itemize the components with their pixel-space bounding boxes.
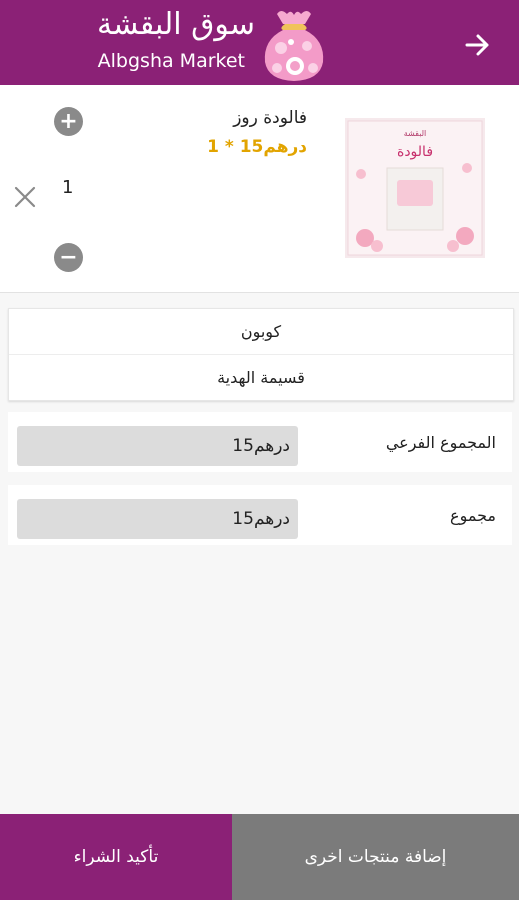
logo-title-arabic: سوق البقشة xyxy=(97,7,255,42)
footer-actions: تأكيد الشراء إضافة منتجات اخرى xyxy=(0,814,519,900)
back-button[interactable] xyxy=(458,28,498,62)
product-image[interactable]: البقشة فالودة xyxy=(345,118,485,258)
product-name: فالودة روز xyxy=(233,108,307,128)
add-more-products-button[interactable]: إضافة منتجات اخرى xyxy=(232,814,519,900)
quantity-value: 1 xyxy=(62,177,74,198)
bag-logo-icon xyxy=(255,6,333,84)
product-image-brand: البقشة xyxy=(404,129,427,138)
total-label: مجموع xyxy=(450,505,496,525)
decrease-quantity-button[interactable]: − xyxy=(54,243,83,272)
total-row: مجموع درهم15 xyxy=(8,485,512,545)
product-price: 1 * درهم15 xyxy=(207,137,307,157)
total-value: درهم15 xyxy=(17,499,298,539)
arrow-right-icon xyxy=(465,34,489,56)
minus-icon: − xyxy=(59,244,78,270)
coupon-button[interactable]: كوبون xyxy=(9,309,513,354)
coupon-card: كوبون قسيمة الهدية xyxy=(8,308,514,401)
subtotal-value: درهم15 xyxy=(17,426,298,466)
logo-title-english: Albgsha Market xyxy=(97,50,245,72)
close-icon xyxy=(14,186,36,208)
plus-icon: + xyxy=(59,108,78,134)
cart-item-row: البقشة فالودة فالودة روز 1 * درهم15 + 1 … xyxy=(0,85,519,293)
subtotal-row: المجموع الفرعي درهم15 xyxy=(8,412,512,472)
remove-item-button[interactable] xyxy=(12,184,38,210)
product-image-title: فالودة xyxy=(397,144,433,160)
subtotal-label: المجموع الفرعي xyxy=(385,432,496,452)
confirm-purchase-button[interactable]: تأكيد الشراء xyxy=(0,814,232,900)
increase-quantity-button[interactable]: + xyxy=(54,107,83,136)
gift-voucher-button[interactable]: قسيمة الهدية xyxy=(9,354,513,400)
app-header: سوق البقشة Albgsha Market xyxy=(0,0,519,85)
